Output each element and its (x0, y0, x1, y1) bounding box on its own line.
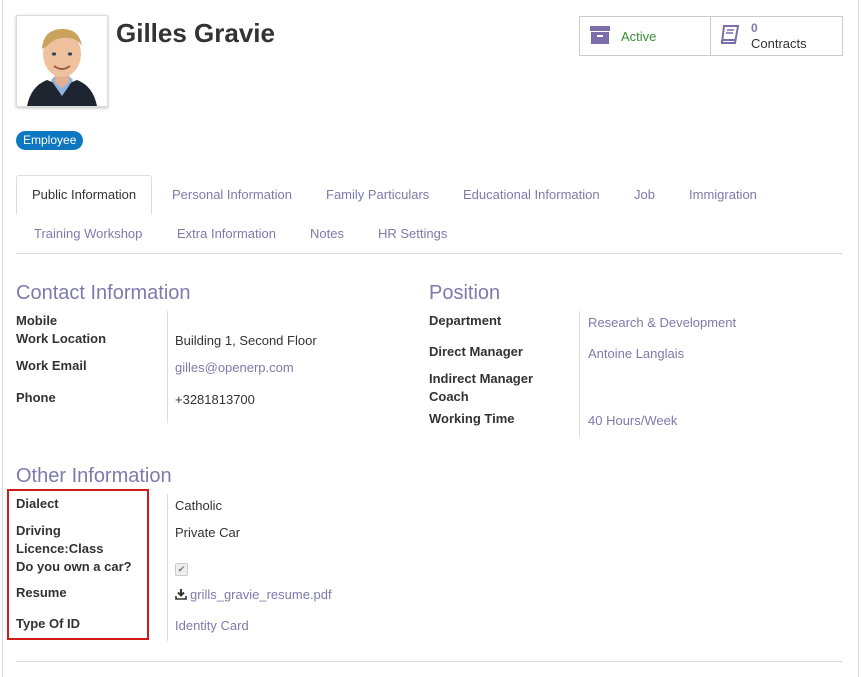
tab-immigration[interactable]: Immigration (689, 187, 757, 202)
mobile-label: Mobile (16, 313, 58, 328)
tab-job[interactable]: Job (634, 187, 655, 202)
section-divider (16, 661, 842, 662)
highlight-box (7, 489, 149, 640)
work-email-link[interactable]: gilles@openerp.com (175, 360, 294, 375)
tab-educational-information[interactable]: Educational Information (463, 187, 600, 202)
avatar-photo (17, 16, 107, 106)
coach-label: Coach (429, 389, 469, 404)
tab-hr-settings[interactable]: HR Settings (378, 226, 447, 241)
resume-download-link[interactable]: grills_gravie_resume.pdf (175, 587, 332, 603)
contracts-button[interactable]: 0 Contracts (710, 16, 843, 56)
driving-licence-value: Private Car (175, 525, 241, 540)
work-location-label: Work Location (16, 331, 107, 346)
phone-label: Phone (16, 390, 56, 405)
department-link[interactable]: Research & Development (588, 315, 736, 330)
contracts-count: 0 (751, 21, 758, 35)
position-divider (579, 311, 580, 437)
contracts-label: Contracts (751, 36, 807, 51)
notebook-tabs: Public Information Personal Information … (16, 175, 842, 254)
tab-public-information[interactable]: Public Information (16, 175, 153, 215)
employee-name[interactable]: Gilles Gravie (116, 18, 275, 49)
employee-tag-badge[interactable]: Employee (16, 131, 84, 150)
work-location-value: Building 1, Second Floor (175, 333, 317, 348)
department-label: Department (429, 313, 502, 328)
check-icon: ✔ (177, 564, 186, 574)
employee-avatar[interactable] (16, 15, 108, 107)
phone-value: +3281813700 (175, 392, 255, 407)
tab-personal-information[interactable]: Personal Information (172, 187, 292, 202)
active-toggle-button[interactable]: Active (579, 16, 712, 56)
download-icon (175, 588, 187, 603)
working-time-link[interactable]: 40 Hours/Week (588, 413, 677, 428)
book-icon (719, 24, 741, 49)
id-type-link[interactable]: Identity Card (175, 618, 249, 633)
tab-family-particulars[interactable]: Family Particulars (326, 187, 429, 202)
tab-training-workshop[interactable]: Training Workshop (34, 226, 142, 241)
resume-filename[interactable]: grills_gravie_resume.pdf (190, 587, 332, 602)
direct-manager-label: Direct Manager (429, 344, 523, 359)
position-section-title: Position (429, 282, 501, 304)
archive-icon (589, 25, 611, 48)
other-section-title: Other Information (16, 465, 172, 487)
contact-section-title: Contact Information (16, 282, 191, 304)
working-time-label: Working Time (429, 411, 515, 426)
tab-extra-information[interactable]: Extra Information (177, 226, 276, 241)
contact-divider (167, 311, 168, 423)
direct-manager-link[interactable]: Antoine Langlais (588, 346, 684, 361)
work-email-label: Work Email (16, 358, 87, 373)
tab-notes[interactable]: Notes (310, 226, 344, 241)
other-divider (167, 494, 168, 641)
own-car-checkbox[interactable]: ✔ (175, 563, 188, 576)
dialect-value: Catholic (175, 498, 222, 513)
indirect-manager-label: Indirect Manager (429, 371, 534, 386)
active-label: Active (621, 28, 657, 44)
